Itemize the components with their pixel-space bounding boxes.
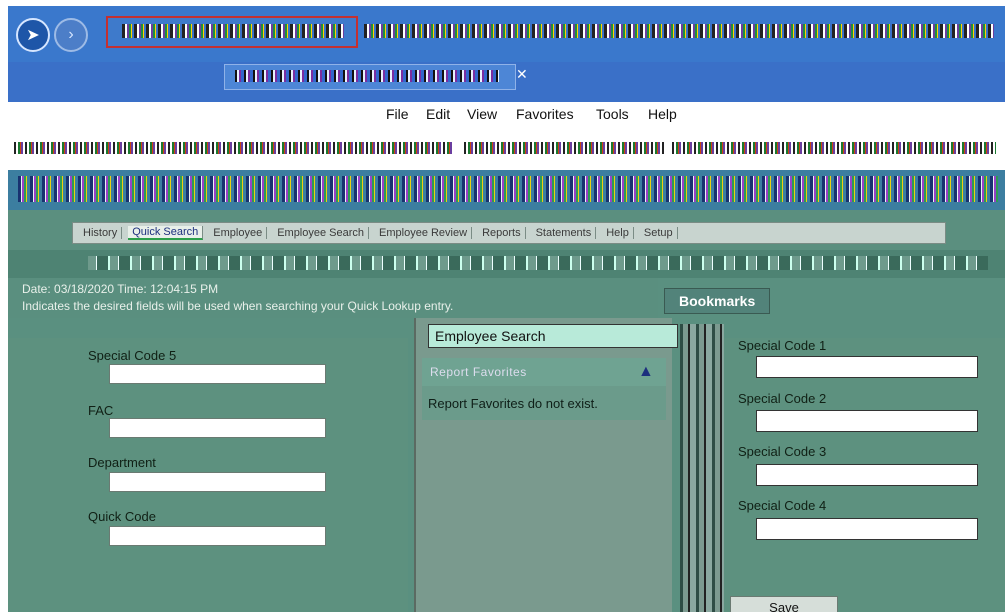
field-label-special-code-3: Special Code 3 (738, 444, 827, 459)
bookmarks-title[interactable]: Bookmarks (664, 288, 771, 314)
tab-employee-search[interactable]: Employee Search (273, 227, 370, 239)
employee-search-title[interactable]: Employee Search (428, 324, 678, 348)
department-input[interactable] (109, 472, 326, 492)
menu-favorites[interactable]: Favorites (516, 106, 574, 122)
close-tab-icon[interactable]: ✕ (516, 66, 534, 84)
tab-statements[interactable]: Statements (532, 227, 597, 239)
toolbar-strip (8, 250, 1005, 278)
menu-view[interactable]: View (467, 106, 497, 122)
tab-employee-review[interactable]: Employee Review (375, 227, 473, 239)
special-code-5-input[interactable] (109, 364, 326, 384)
date-time-label: Date: 03/18/2020 Time: 12:04:15 PM (22, 282, 219, 296)
menu-bar: File Edit View Favorites Tools Help (8, 102, 1005, 126)
bookmarks-panel: Bookmarks (664, 288, 904, 316)
tab-reports[interactable]: Reports (478, 227, 526, 239)
page-url-garbled (364, 24, 994, 38)
report-favorites-body: Report Favorites do not exist. (422, 386, 666, 420)
report-favorites-header[interactable]: Report Favorites ▲ (422, 358, 666, 386)
center-panel: Employee Search Report Favorites ▲ Repor… (414, 318, 678, 612)
browser-chrome: ➤ › ✕ (8, 6, 1005, 102)
tab-history[interactable]: History (79, 227, 123, 239)
menu-edit[interactable]: Edit (426, 106, 450, 122)
field-label-fac: FAC (88, 403, 114, 418)
fac-input[interactable] (109, 418, 326, 438)
app-header (8, 170, 1005, 210)
module-tabs: History Quick Search Employee Employee S… (72, 222, 946, 244)
browser-window: ➤ › ✕ File Edit View Favorites Tools Hel… (8, 6, 1005, 612)
favorites-links-garbled-3[interactable] (672, 142, 996, 154)
panel-divider[interactable] (680, 324, 724, 612)
toolbar-strip-garbled (88, 256, 988, 270)
special-code-4-input[interactable] (756, 518, 978, 540)
quick-code-input[interactable] (109, 526, 326, 546)
special-code-2-input[interactable] (756, 410, 978, 432)
field-label-quick-code: Quick Code (88, 509, 156, 524)
right-search-panel: Special Code 1 Special Code 2 Special Co… (724, 338, 1005, 612)
tab-quick-search[interactable]: Quick Search (128, 226, 204, 240)
tab-help[interactable]: Help (602, 227, 634, 239)
left-search-panel: Special Code 5 FAC Department Quick Code (8, 338, 408, 612)
report-favorites-label: Report Favorites (430, 365, 527, 379)
tab-setup[interactable]: Setup (640, 227, 678, 239)
field-label-special-code-2: Special Code 2 (738, 391, 827, 406)
info-note: Indicates the desired fields will be use… (22, 299, 454, 313)
field-label-special-code-5: Special Code 5 (88, 348, 177, 363)
back-button[interactable]: ➤ (16, 18, 50, 52)
info-bar: Date: 03/18/2020 Time: 12:04:15 PM Indic… (8, 278, 658, 318)
field-label-department: Department (88, 455, 156, 470)
special-code-3-input[interactable] (756, 464, 978, 486)
active-tab-title (235, 70, 499, 82)
module-tabs-row: History Quick Search Employee Employee S… (8, 210, 1005, 250)
field-label-special-code-4: Special Code 4 (738, 498, 827, 513)
menu-file[interactable]: File (386, 106, 409, 122)
menu-help[interactable]: Help (648, 106, 677, 122)
arrow-left-icon: ➤ (26, 27, 40, 44)
menu-tools[interactable]: Tools (596, 106, 629, 122)
collapse-up-icon[interactable]: ▲ (638, 363, 656, 381)
save-button[interactable]: Save (730, 596, 838, 612)
forward-button[interactable]: › (54, 18, 88, 52)
special-code-1-input[interactable] (756, 356, 978, 378)
arrow-right-icon: › (68, 26, 74, 43)
field-label-special-code-1: Special Code 1 (738, 338, 827, 353)
favorites-links-garbled-2[interactable] (464, 142, 664, 154)
favorites-bar (8, 126, 1005, 170)
address-text (122, 24, 344, 38)
report-favorites-empty-message: Report Favorites do not exist. (428, 396, 598, 411)
main-content: Special Code 5 FAC Department Quick Code… (8, 288, 1005, 612)
favorites-links-garbled[interactable] (14, 142, 454, 154)
tab-employee[interactable]: Employee (209, 227, 268, 239)
active-tab[interactable] (224, 64, 516, 90)
app-header-garbled (18, 176, 998, 202)
